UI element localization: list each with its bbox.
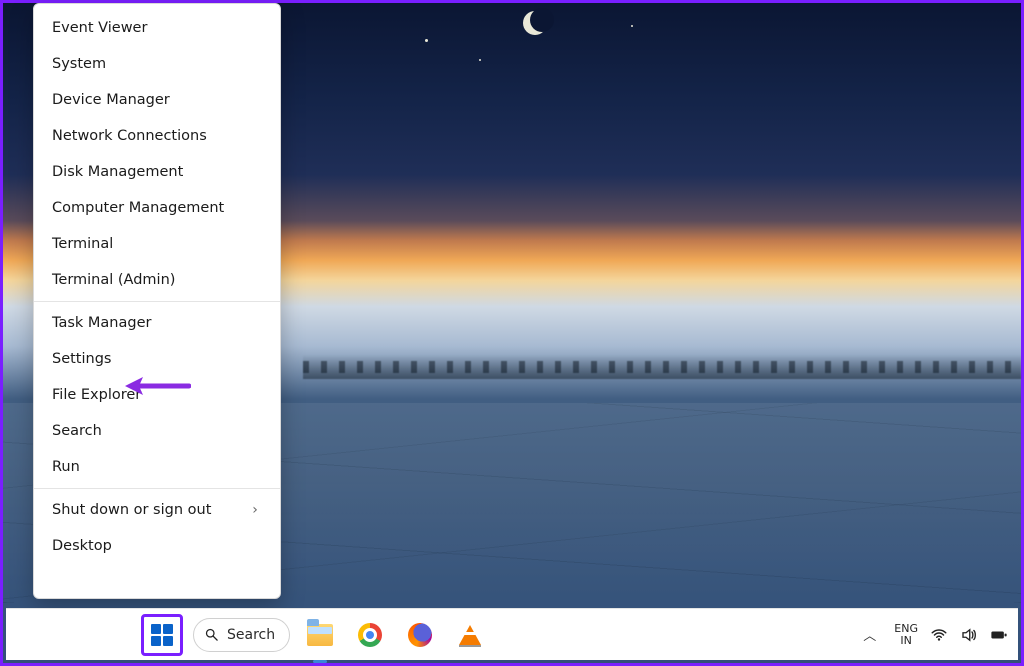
winx-item-label: Task Manager <box>52 315 151 331</box>
winx-item-terminal-admin[interactable]: Terminal (Admin) <box>34 262 280 298</box>
chrome-icon <box>358 623 382 647</box>
winx-item-task-manager[interactable]: Task Manager <box>34 305 280 341</box>
winx-item-label: Device Manager <box>52 92 170 108</box>
winx-item-label: Run <box>52 459 80 475</box>
wallpaper-treeline <box>303 355 1021 379</box>
winx-item-desktop[interactable]: Desktop <box>34 528 280 564</box>
system-tray: ︿ ENG IN <box>857 609 1008 660</box>
winx-item-label: Computer Management <box>52 200 224 216</box>
winx-item-label: Network Connections <box>52 128 207 144</box>
taskbar-app-firefox[interactable] <box>400 615 440 655</box>
language-indicator[interactable]: ENG IN <box>894 623 918 647</box>
winx-separator <box>34 301 280 302</box>
winx-item-label: Shut down or sign out <box>52 502 211 518</box>
search-icon <box>204 627 219 642</box>
firefox-icon <box>408 623 432 647</box>
winx-item-label: Search <box>52 423 102 439</box>
file-explorer-icon <box>307 624 333 646</box>
language-line1: ENG <box>894 623 918 635</box>
windows-logo-icon <box>151 624 173 646</box>
running-indicator <box>313 660 327 663</box>
winx-item-run[interactable]: Run <box>34 449 280 485</box>
taskbar-search[interactable]: Search <box>193 618 290 652</box>
winx-item-search[interactable]: Search <box>34 413 280 449</box>
taskbar-app-chrome[interactable] <box>350 615 390 655</box>
winx-menu: Event Viewer System Device Manager Netwo… <box>33 3 281 599</box>
taskbar-app-file-explorer[interactable] <box>300 615 340 655</box>
battery-status[interactable] <box>990 626 1008 644</box>
chevron-right-icon: › <box>248 502 262 518</box>
wallpaper-star <box>425 39 428 42</box>
wallpaper-star <box>479 59 481 61</box>
winx-item-label: Disk Management <box>52 164 183 180</box>
wallpaper-moon <box>523 11 547 35</box>
winx-separator <box>34 488 280 489</box>
taskbar-search-label: Search <box>227 627 275 643</box>
wifi-status[interactable] <box>930 626 948 644</box>
winx-item-file-explorer[interactable]: File Explorer <box>34 377 280 413</box>
desktop: Event Viewer System Device Manager Netwo… <box>0 0 1024 666</box>
winx-item-label: File Explorer <box>52 387 141 403</box>
winx-item-settings[interactable]: Settings <box>34 341 280 377</box>
winx-item-device-manager[interactable]: Device Manager <box>34 82 280 118</box>
chevron-up-icon: ︿ <box>863 629 876 644</box>
taskbar: Search ︿ ENG IN <box>6 608 1018 660</box>
wifi-icon <box>930 626 948 644</box>
winx-item-disk-management[interactable]: Disk Management <box>34 154 280 190</box>
language-line2: IN <box>894 635 918 647</box>
vlc-icon <box>459 625 481 645</box>
winx-item-label: Event Viewer <box>52 20 147 36</box>
winx-item-shutdown-signout[interactable]: Shut down or sign out › <box>34 492 280 528</box>
volume-icon <box>960 626 978 644</box>
winx-item-label: Terminal <box>52 236 113 252</box>
battery-icon <box>990 626 1008 644</box>
winx-item-label: Terminal (Admin) <box>52 272 175 288</box>
winx-item-label: Settings <box>52 351 111 367</box>
tray-overflow-button[interactable]: ︿ <box>857 621 882 648</box>
volume-status[interactable] <box>960 626 978 644</box>
winx-item-computer-management[interactable]: Computer Management <box>34 190 280 226</box>
winx-item-event-viewer[interactable]: Event Viewer <box>34 10 280 46</box>
winx-item-network-connections[interactable]: Network Connections <box>34 118 280 154</box>
start-button[interactable] <box>141 614 183 656</box>
winx-item-system[interactable]: System <box>34 46 280 82</box>
taskbar-app-vlc[interactable] <box>450 615 490 655</box>
winx-item-label: System <box>52 56 106 72</box>
winx-item-label: Desktop <box>52 538 112 554</box>
taskbar-center-cluster: Search <box>141 614 490 656</box>
wallpaper-star <box>631 25 633 27</box>
winx-item-terminal[interactable]: Terminal <box>34 226 280 262</box>
